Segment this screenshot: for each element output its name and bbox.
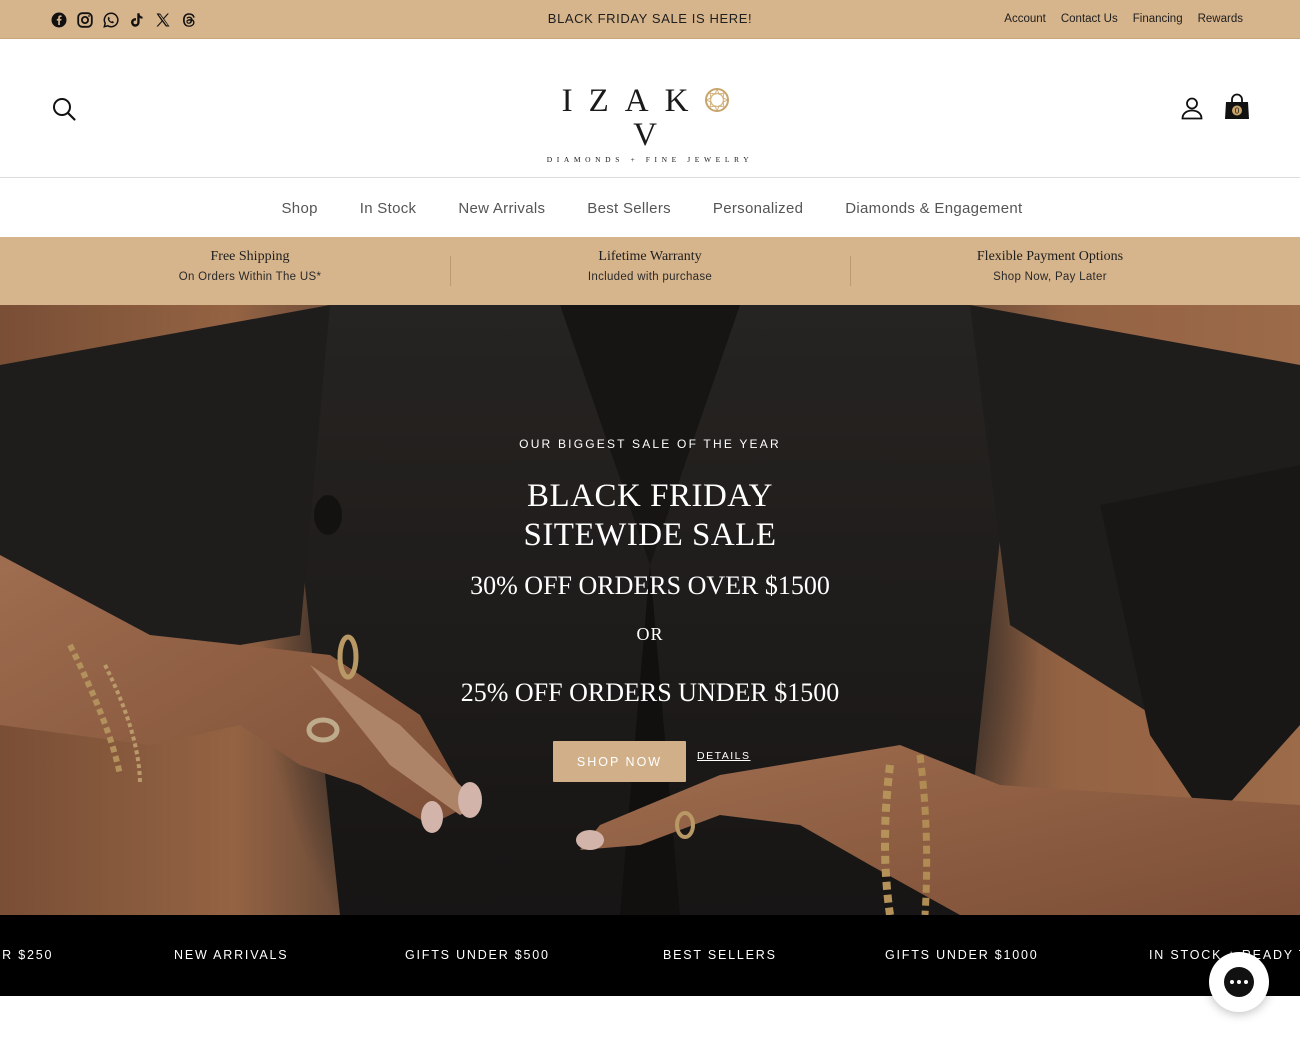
benefit-subtitle: On Orders Within The US* <box>178 271 322 283</box>
hero-banner[interactable]: OUR BIGGEST SALE OF THE YEAR BLACK FRIDA… <box>0 305 1300 915</box>
cart-count: 0 <box>1235 107 1240 116</box>
benefit-lifetime-warranty[interactable]: Lifetime Warranty Included with purchase <box>450 237 850 305</box>
utility-links: Account Contact Us Financing Rewards <box>1004 13 1243 25</box>
nav-best-sellers[interactable]: Best Sellers <box>587 200 671 217</box>
benefit-subtitle: Shop Now, Pay Later <box>993 271 1107 283</box>
marquee-item-new-arrivals[interactable]: NEW ARRIVALS <box>174 948 288 962</box>
marquee-item-gifts-under-1000[interactable]: GIFTS UNDER $1000 <box>885 948 1039 962</box>
logo-wordmark: IZAKV <box>536 84 764 152</box>
nav-diamonds-engagement[interactable]: Diamonds & Engagement <box>845 200 1022 217</box>
site-header: IZAKV DIAMONDS + FINE JEWELRY 0 <box>0 40 1300 178</box>
shop-now-button[interactable]: SHOP NOW <box>553 741 686 782</box>
account-link[interactable]: Account <box>1004 13 1046 25</box>
chat-bubble-icon <box>1224 967 1254 997</box>
logo-word-left: IZAK <box>561 83 705 119</box>
account-icon[interactable] <box>1180 96 1204 120</box>
logo-tagline: DIAMONDS + FINE JEWELRY <box>546 155 754 164</box>
nav-in-stock[interactable]: In Stock <box>360 200 417 217</box>
hero-offer-under: 25% OFF ORDERS UNDER $1500 <box>460 678 840 707</box>
benefit-free-shipping[interactable]: Free Shipping On Orders Within The US* <box>50 237 450 305</box>
hero-headline: BLACK FRIDAY SITEWIDE SALE <box>0 477 1300 555</box>
details-link[interactable]: DETAILS <box>697 750 750 762</box>
chat-widget-button[interactable] <box>1209 952 1269 1012</box>
cart-icon[interactable]: 0 <box>1224 93 1250 121</box>
nav-new-arrivals[interactable]: New Arrivals <box>458 200 545 217</box>
rewards-link[interactable]: Rewards <box>1198 13 1243 25</box>
contact-us-link[interactable]: Contact Us <box>1061 13 1118 25</box>
marquee-item-gifts-under-250[interactable]: ER $250 <box>0 948 53 962</box>
category-marquee: ER $250 NEW ARRIVALS GIFTS UNDER $500 BE… <box>0 915 1300 996</box>
benefit-subtitle: Included with purchase <box>587 271 713 283</box>
marquee-track: ER $250 NEW ARRIVALS GIFTS UNDER $500 BE… <box>0 915 1300 996</box>
marquee-item-gifts-under-500[interactable]: GIFTS UNDER $500 <box>405 948 550 962</box>
benefit-flexible-payment[interactable]: Flexible Payment Options Shop Now, Pay L… <box>850 237 1250 305</box>
logo-word-right: V <box>633 117 673 153</box>
benefit-title: Lifetime Warranty <box>598 249 702 264</box>
benefit-title: Free Shipping <box>210 249 290 264</box>
nav-shop[interactable]: Shop <box>282 200 318 217</box>
diamond-ring-logo-icon <box>705 87 730 113</box>
main-navigation: Shop In Stock New Arrivals Best Sellers … <box>0 179 1300 237</box>
nav-personalized[interactable]: Personalized <box>713 200 803 217</box>
hero-offer-over: 30% OFF ORDERS OVER $1500 <box>470 571 830 600</box>
announcement-bar: BLACK FRIDAY SALE IS HERE! Account Conta… <box>0 0 1300 39</box>
benefits-bar: Free Shipping On Orders Within The US* L… <box>0 237 1300 305</box>
benefit-title: Flexible Payment Options <box>976 249 1124 264</box>
financing-link[interactable]: Financing <box>1133 13 1183 25</box>
hero-headline-line2: SITEWIDE SALE <box>523 517 777 553</box>
hero-headline-line1: BLACK FRIDAY <box>527 478 773 514</box>
search-icon[interactable] <box>51 96 77 122</box>
hero-eyebrow: OUR BIGGEST SALE OF THE YEAR <box>519 437 781 451</box>
hero-or-text: OR <box>636 624 664 644</box>
marquee-item-best-sellers[interactable]: BEST SELLERS <box>663 948 777 962</box>
site-logo[interactable]: IZAKV DIAMONDS + FINE JEWELRY <box>536 84 764 164</box>
hero-content: OUR BIGGEST SALE OF THE YEAR BLACK FRIDA… <box>0 305 1300 915</box>
